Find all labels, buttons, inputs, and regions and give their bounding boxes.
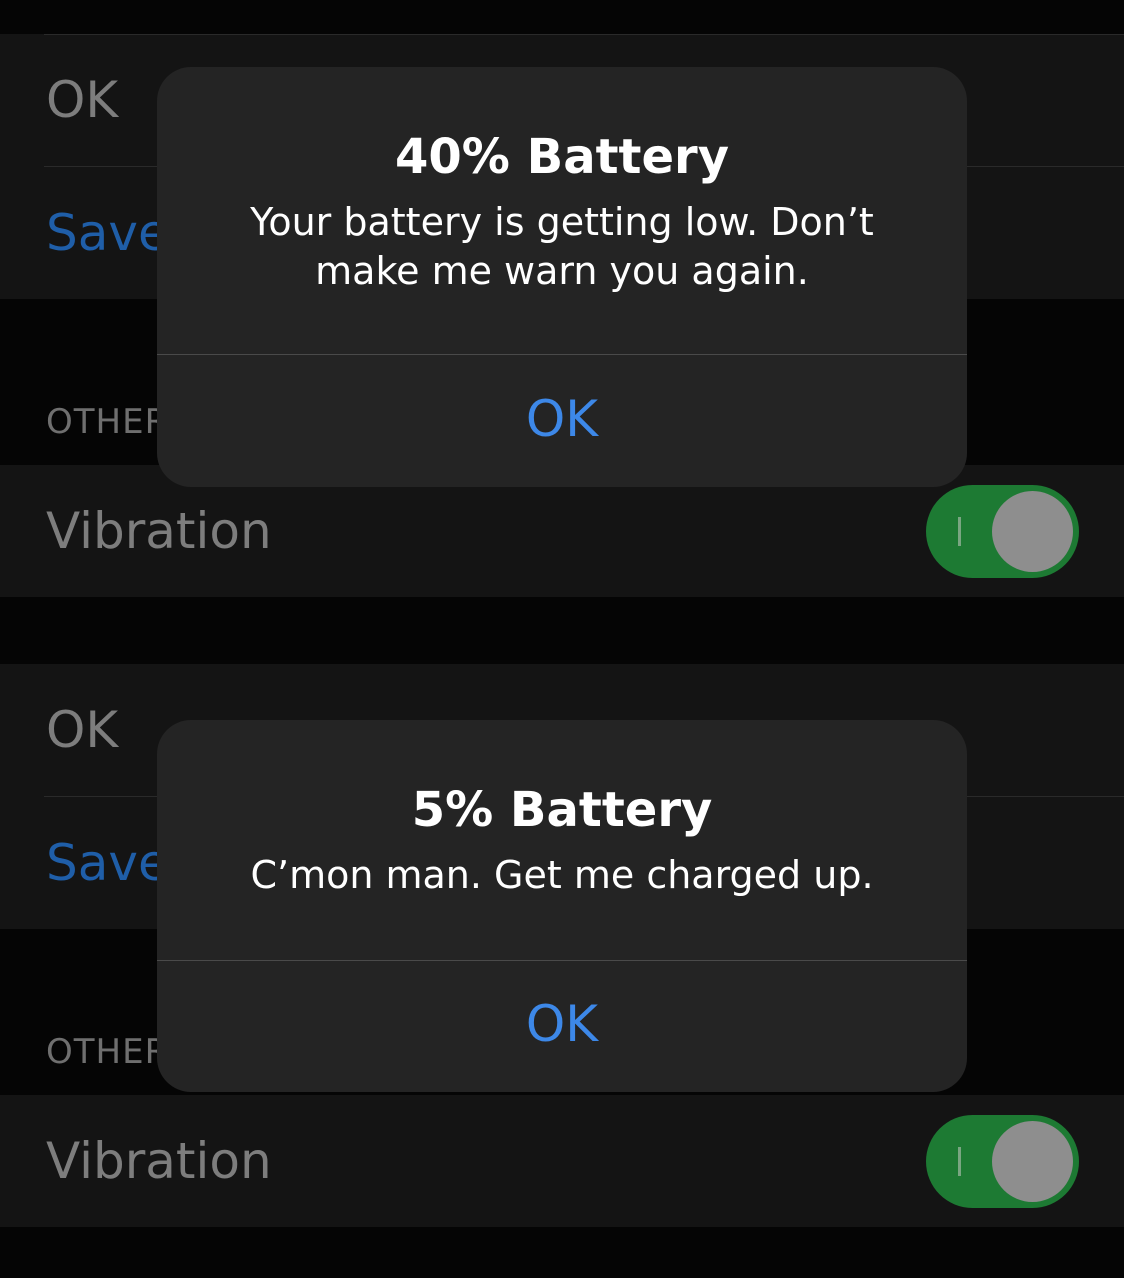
alert-separator <box>157 354 967 355</box>
toggle-on-indicator <box>958 1147 961 1176</box>
ok-row-label: OK <box>46 71 119 129</box>
section-header-other: OTHER <box>46 402 170 442</box>
alert-message: Your battery is getting low. Don’t make … <box>250 200 874 293</box>
vibration-label: Vibration <box>46 1132 272 1190</box>
toggle-knob <box>992 1121 1073 1202</box>
vibration-group: Vibration <box>0 1095 1124 1227</box>
screenshot-panel-top: OK Save OTHER Vibration 40% Battery Your… <box>0 0 1124 639</box>
alert-title: 5% Battery <box>411 782 713 838</box>
battery-alert-5: 5% Battery C’mon man. Get me charged up.… <box>157 720 967 1092</box>
vibration-toggle[interactable] <box>926 1115 1079 1208</box>
alert-ok-button[interactable]: OK <box>157 390 967 448</box>
screen: OK Save OTHER Vibration 40% Battery Your… <box>0 0 1124 1278</box>
toggle-knob <box>992 491 1073 572</box>
ok-row-label: OK <box>46 701 119 759</box>
vibration-toggle[interactable] <box>926 485 1079 578</box>
screenshot-panel-bottom: OK Save OTHER Vibration 5% Battery C’mon… <box>0 639 1124 1278</box>
alert-title: 40% Battery <box>395 129 729 185</box>
save-link[interactable]: Save <box>46 204 169 262</box>
group-top-divider <box>44 34 1124 35</box>
alert-message: C’mon man. Get me charged up. <box>250 853 874 897</box>
toggle-on-indicator <box>958 517 961 546</box>
alert-separator <box>157 960 967 961</box>
vibration-label: Vibration <box>46 502 272 560</box>
battery-alert-40: 40% Battery Your battery is getting low.… <box>157 67 967 487</box>
section-header-other: OTHER <box>46 1032 170 1072</box>
alert-ok-button[interactable]: OK <box>157 995 967 1053</box>
save-link[interactable]: Save <box>46 834 169 892</box>
